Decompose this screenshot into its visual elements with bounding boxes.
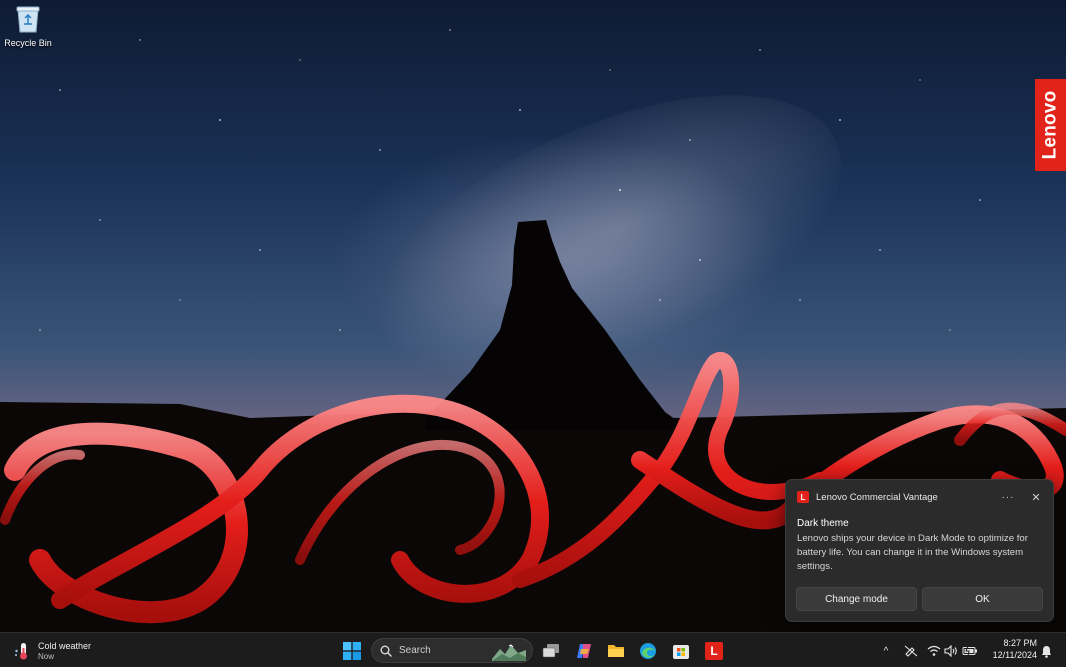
copilot-icon: [577, 644, 591, 658]
wifi-icon[interactable]: [926, 638, 942, 664]
desktop-icon-recycle-bin[interactable]: Recycle Bin: [4, 4, 52, 56]
search-highlight-icon: [492, 643, 526, 661]
notification-toast[interactable]: L Lenovo Commercial Vantage ··· ✕ Dark t…: [785, 479, 1054, 622]
tray-overflow-button[interactable]: ^: [878, 638, 894, 664]
lenovo-vantage-letter: L: [710, 644, 718, 658]
notification-app-name: Lenovo Commercial Vantage: [816, 491, 938, 503]
file-explorer-button[interactable]: [602, 638, 630, 664]
notification-more-button[interactable]: ···: [999, 492, 1017, 503]
task-view-icon: [542, 644, 559, 658]
start-icon: [343, 642, 361, 660]
task-view-button[interactable]: [537, 638, 565, 664]
ok-button[interactable]: OK: [922, 587, 1043, 611]
taskbar: Cold weather Now Search L ^ 8:27 PM 12/1…: [0, 632, 1066, 667]
weather-widget[interactable]: Cold weather Now: [13, 637, 91, 664]
notification-header: L Lenovo Commercial Vantage ··· ✕: [797, 489, 1043, 505]
search-placeholder: Search: [399, 645, 431, 656]
volume-icon[interactable]: [943, 638, 959, 664]
edge-button[interactable]: [634, 638, 662, 664]
lenovo-vantage-icon: L: [705, 642, 723, 660]
start-button[interactable]: [338, 638, 366, 664]
pen-off-icon[interactable]: [902, 638, 920, 664]
notification-bell-icon[interactable]: [1039, 638, 1053, 664]
taskbar-search[interactable]: Search: [371, 638, 533, 663]
lenovo-vantage-icon: L: [797, 491, 809, 503]
notification-title: Dark theme: [797, 518, 849, 529]
desktop-icon-label: Recycle Bin: [4, 38, 52, 48]
change-mode-button[interactable]: Change mode: [796, 587, 917, 611]
store-button[interactable]: [667, 638, 695, 664]
store-icon: [673, 645, 689, 659]
copilot-button[interactable]: [570, 638, 598, 664]
lenovo-brand-label: Lenovo: [1039, 90, 1061, 160]
recycle-bin-icon: [15, 4, 41, 34]
lenovo-brand-tab: Lenovo: [1035, 79, 1066, 171]
weather-title: Cold weather: [38, 640, 92, 651]
file-explorer-icon: [608, 645, 624, 657]
app-icon-letter: L: [800, 492, 806, 502]
notification-close-button[interactable]: ✕: [1029, 491, 1043, 504]
notification-body: Lenovo ships your device in Dark Mode to…: [797, 533, 1028, 572]
edge-icon: [640, 643, 656, 659]
search-icon: [380, 645, 392, 657]
clock-date: 12/11/2024: [992, 650, 1037, 660]
thermometer-icon: [13, 641, 33, 661]
battery-icon[interactable]: [961, 638, 979, 664]
taskbar-clock[interactable]: 8:27 PM 12/11/2024: [985, 638, 1037, 660]
chevron-up-icon: ^: [883, 645, 889, 657]
weather-subtitle: Now: [38, 651, 55, 661]
clock-time: 8:27 PM: [1003, 638, 1037, 648]
lenovo-vantage-button[interactable]: L: [700, 638, 728, 664]
